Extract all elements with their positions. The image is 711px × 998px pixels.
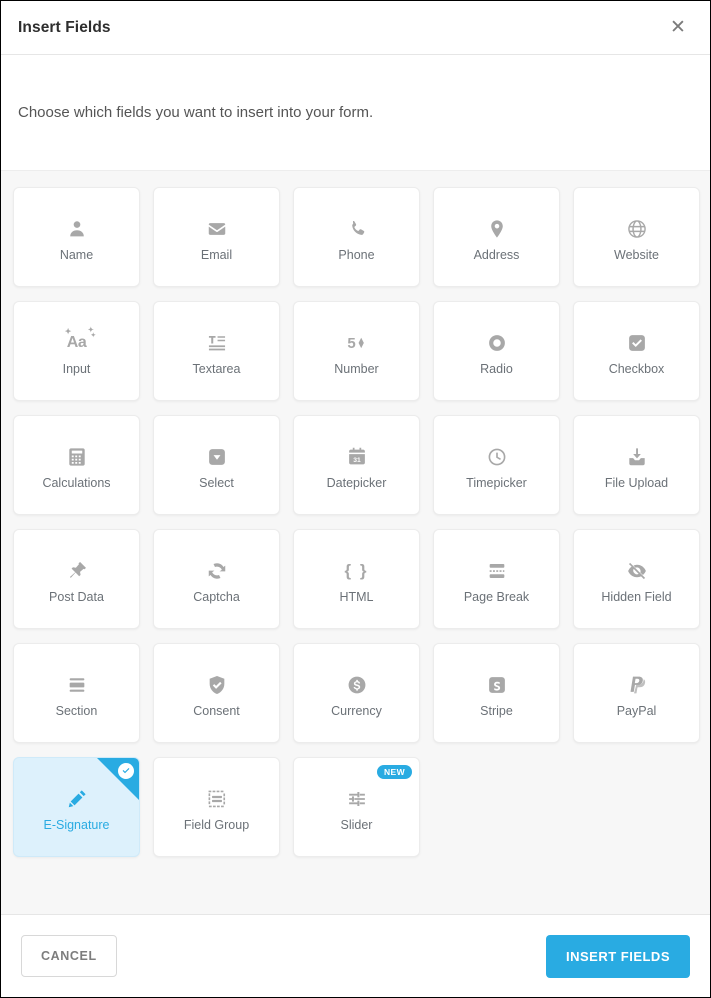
insert-fields-dialog: Insert Fields ✕ Choose which fields you …: [0, 0, 711, 998]
field-card-checkbox[interactable]: Checkbox: [573, 301, 700, 401]
field-card-hidden-field[interactable]: Hidden Field: [573, 529, 700, 629]
field-card-label: Number: [334, 362, 379, 376]
page-title: Insert Fields: [18, 18, 111, 36]
field-card-website[interactable]: Website: [573, 187, 700, 287]
paypal-icon: [626, 668, 648, 702]
field-grid: Name Email Phone Address Website Aa ✦ ✦ ✦ Input Te…: [13, 187, 700, 857]
field-card-label: Address: [473, 248, 520, 262]
field-card-phone[interactable]: Phone: [293, 187, 420, 287]
close-icon[interactable]: ✕: [664, 14, 692, 42]
field-card-label: Timepicker: [466, 476, 527, 490]
text-input-icon: Aa ✦ ✦ ✦: [64, 327, 96, 351]
field-card-label: PayPal: [616, 704, 657, 718]
dialog-footer: CANCEL INSERT FIELDS: [1, 915, 710, 997]
field-card-email[interactable]: Email: [153, 187, 280, 287]
field-card-file-upload[interactable]: File Upload: [573, 415, 700, 515]
intro-text: Choose which fields you want to insert i…: [18, 104, 374, 121]
calendar-icon: 31: [346, 440, 368, 474]
field-card-select[interactable]: Select: [153, 415, 280, 515]
dialog-header: Insert Fields ✕: [1, 1, 710, 55]
field-card-label: Stripe: [480, 704, 513, 718]
field-card-label: Page Break: [463, 590, 530, 604]
radio-icon: [486, 326, 508, 360]
field-card-label: Radio: [480, 362, 513, 376]
refresh-icon: [206, 554, 228, 588]
field-card-post-data[interactable]: Post Data: [13, 529, 140, 629]
stripe-icon: [486, 668, 508, 702]
field-card-datepicker[interactable]: 31 Datepicker: [293, 415, 420, 515]
field-card-label: Input: [62, 362, 91, 376]
field-card-input[interactable]: Aa ✦ ✦ ✦ Input: [13, 301, 140, 401]
page-break-icon: [486, 554, 508, 588]
field-card-calculations[interactable]: Calculations: [13, 415, 140, 515]
field-card-label: Post Data: [49, 590, 104, 604]
field-card-label: E-Signature: [43, 818, 110, 832]
eye-slash-icon: [626, 554, 648, 588]
globe-icon: [626, 212, 648, 246]
field-card-label: Section: [55, 704, 98, 718]
sliders-icon: [346, 782, 368, 816]
calculator-icon: [66, 440, 88, 474]
field-selection-panel: Name Email Phone Address Website Aa ✦ ✦ ✦ Input Te…: [1, 170, 710, 915]
dropdown-icon: [206, 440, 228, 474]
dialog-intro: Choose which fields you want to insert i…: [1, 55, 710, 170]
checkbox-icon: [626, 326, 648, 360]
field-card-label: Textarea: [192, 362, 241, 376]
dollar-circle-icon: [346, 668, 368, 702]
field-card-e-signature[interactable]: E-Signature: [13, 757, 140, 857]
textarea-icon: [206, 326, 228, 360]
field-card-stripe[interactable]: Stripe: [433, 643, 560, 743]
shield-check-icon: [206, 668, 228, 702]
cancel-button[interactable]: CANCEL: [21, 935, 117, 977]
new-badge: NEW: [376, 765, 412, 779]
field-card-name[interactable]: Name: [13, 187, 140, 287]
svg-text:31: 31: [353, 457, 361, 464]
phone-icon: [346, 212, 368, 246]
curly-braces-icon: { }: [344, 561, 369, 580]
field-card-radio[interactable]: Radio: [433, 301, 560, 401]
envelope-icon: [206, 212, 228, 246]
field-card-consent[interactable]: Consent: [153, 643, 280, 743]
field-card-currency[interactable]: Currency: [293, 643, 420, 743]
field-card-field-group[interactable]: Field Group: [153, 757, 280, 857]
field-card-html[interactable]: { } HTML: [293, 529, 420, 629]
field-card-label: File Upload: [604, 476, 669, 490]
insert-fields-button[interactable]: INSERT FIELDS: [545, 934, 690, 978]
field-card-number[interactable]: 5 ▲ ▼ Number: [293, 301, 420, 401]
clock-icon: [486, 440, 508, 474]
field-card-address[interactable]: Address: [433, 187, 560, 287]
field-card-textarea[interactable]: Textarea: [153, 301, 280, 401]
field-card-label: Checkbox: [608, 362, 665, 376]
check-circle-icon: [118, 763, 134, 779]
field-card-label: Slider: [340, 818, 373, 832]
field-card-label: HTML: [339, 590, 374, 604]
section-icon: [66, 668, 88, 702]
field-card-page-break[interactable]: Page Break: [433, 529, 560, 629]
field-card-section[interactable]: Section: [13, 643, 140, 743]
map-pin-icon: [486, 212, 508, 246]
field-card-label: Consent: [193, 704, 240, 718]
field-card-label: Website: [614, 248, 659, 262]
field-card-label: Phone: [338, 248, 375, 262]
selected-corner-flag: [97, 758, 139, 800]
field-group-icon: [206, 782, 228, 816]
field-card-paypal[interactable]: PayPal: [573, 643, 700, 743]
field-card-label: Select: [199, 476, 234, 490]
number-stepper-icon: 5 ▲ ▼: [347, 334, 366, 352]
upload-tray-icon: [626, 440, 648, 474]
field-card-label: Calculations: [42, 476, 111, 490]
field-card-label: Datepicker: [326, 476, 387, 490]
field-card-slider[interactable]: Slider NEW: [293, 757, 420, 857]
field-card-label: Email: [200, 248, 233, 262]
field-card-label: Hidden Field: [601, 590, 672, 604]
field-card-timepicker[interactable]: Timepicker: [433, 415, 560, 515]
pushpin-icon: [66, 554, 88, 588]
pencil-icon: [66, 782, 88, 816]
field-card-label: Captcha: [193, 590, 240, 604]
field-card-label: Currency: [331, 704, 382, 718]
field-card-label: Field Group: [183, 818, 250, 832]
field-card-captcha[interactable]: Captcha: [153, 529, 280, 629]
person-icon: [66, 212, 88, 246]
field-card-label: Name: [59, 248, 94, 262]
